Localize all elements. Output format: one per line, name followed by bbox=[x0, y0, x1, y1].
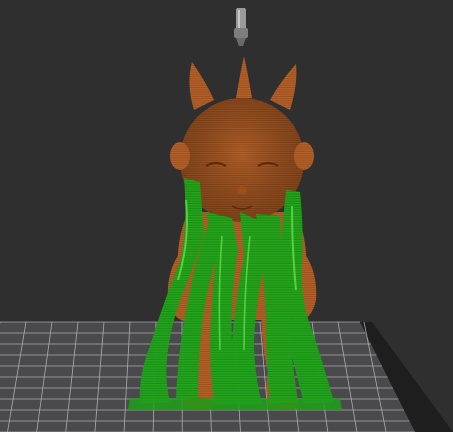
scene-canvas[interactable] bbox=[0, 0, 453, 432]
print-nozzle-icon bbox=[234, 8, 248, 46]
3d-viewport[interactable] bbox=[0, 0, 453, 432]
